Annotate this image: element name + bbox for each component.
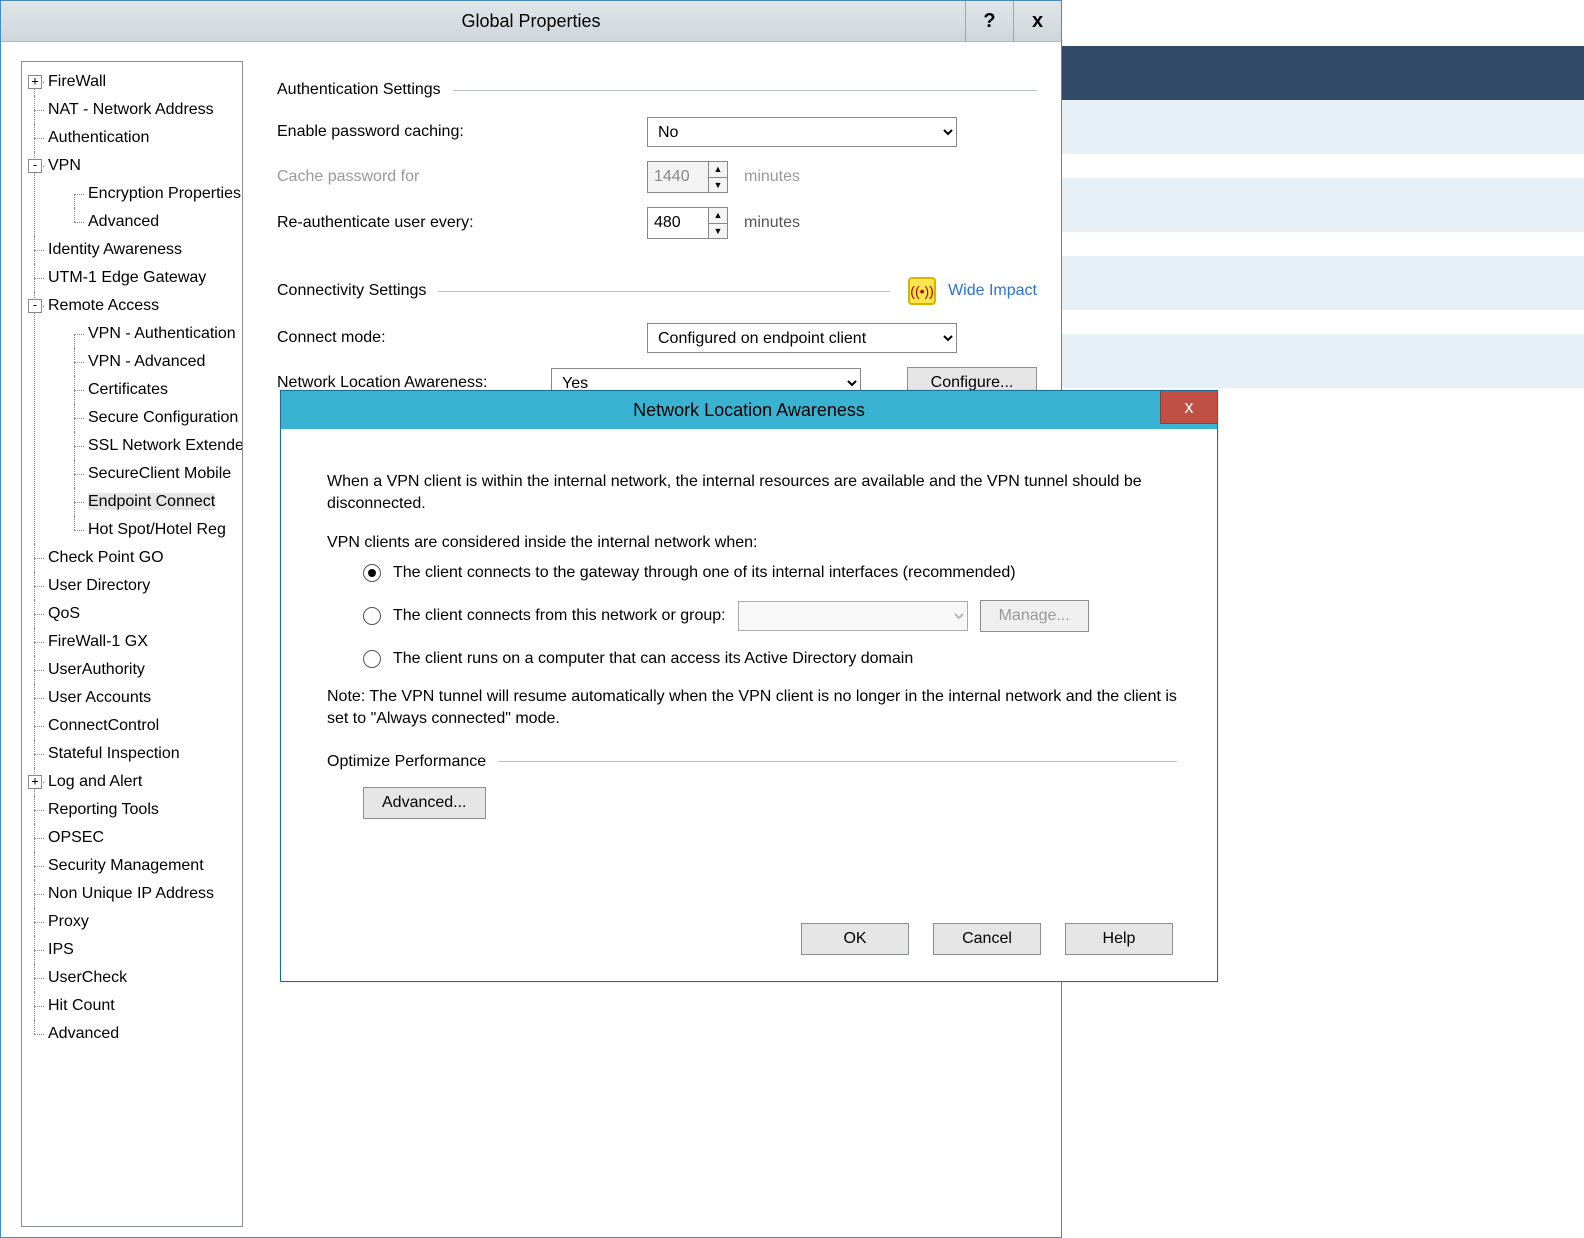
collapse-toggle[interactable]: - [28,299,42,313]
spin-up-icon: ▲ [709,162,727,178]
connect-mode-select[interactable]: Configured on endpoint client [647,323,957,353]
modal-intro: When a VPN client is within the internal… [327,471,1177,516]
modal-close-button[interactable]: x [1160,391,1217,424]
reauth-label: Re-authenticate user every: [277,214,647,232]
radio-icon[interactable] [363,650,381,668]
tree-remote-access[interactable]: Remote Access [48,297,159,314]
conn-section-header: Connectivity Settings ((•)) Wide Impact [277,277,1037,305]
nav-tree[interactable]: + FireWall NAT - Network Address Authent… [21,61,243,1227]
modal-body: When a VPN client is within the internal… [295,439,1203,971]
tree-ra-adv[interactable]: VPN - Advanced [88,353,205,370]
tree-vpn-advanced[interactable]: Advanced [88,213,159,230]
tree-log-alert[interactable]: Log and Alert [48,773,142,790]
tree-utm[interactable]: UTM-1 Edge Gateway [48,269,206,286]
consider-inside-label: VPN clients are considered inside the in… [327,534,1177,552]
close-button[interactable]: x [1013,1,1061,41]
help-button[interactable]: ? [965,1,1013,41]
spin-down-icon[interactable]: ▼ [709,224,727,239]
expand-toggle[interactable]: + [28,75,42,89]
parent-title: Global Properties [461,11,600,32]
connect-mode-label: Connect mode: [277,329,647,347]
modal-titlebar: Network Location Awareness x [281,391,1217,429]
tree-ips[interactable]: IPS [48,941,74,958]
tree-ra-ssl[interactable]: SSL Network Extender [88,437,243,454]
tree-ra-secure-conf[interactable]: Secure Configuration [88,409,238,426]
auth-section-header: Authentication Settings [277,81,1037,99]
ok-button[interactable]: OK [801,923,909,955]
option-ad-domain[interactable]: The client runs on a computer that can a… [363,650,1177,668]
tree-opsec[interactable]: OPSEC [48,829,104,846]
tree-firewall[interactable]: FireWall [48,73,106,90]
modal-footer: OK Cancel Help [801,923,1173,955]
radio-icon[interactable] [363,607,381,625]
tree-reporting[interactable]: Reporting Tools [48,801,159,818]
option3-label: The client runs on a computer that can a… [393,650,913,668]
option1-label: The client connects to the gateway throu… [393,564,1016,582]
reauth-input[interactable] [648,208,708,238]
wide-impact-label: Wide Impact [948,282,1037,300]
cache-for-label: Cache password for [277,168,647,186]
tree-qos[interactable]: QoS [48,605,80,622]
tree-user-authority[interactable]: UserAuthority [48,661,145,678]
spin-up-icon[interactable]: ▲ [709,208,727,224]
network-group-select [738,601,968,631]
spin-down-icon: ▼ [709,178,727,193]
radio-icon[interactable] [363,564,381,582]
tree-stateful[interactable]: Stateful Inspection [48,745,180,762]
optimize-section-header: Optimize Performance [327,753,1177,771]
enable-caching-select[interactable]: No [647,117,957,147]
reauth-spinner[interactable]: ▲ ▼ [647,207,728,239]
tree-connectcontrol[interactable]: ConnectControl [48,717,159,734]
conn-section-title: Connectivity Settings [277,282,426,300]
help-button[interactable]: Help [1065,923,1173,955]
option2-label: The client connects from this network or… [393,607,726,625]
tree-advanced[interactable]: Advanced [48,1025,119,1042]
tree-cpgo[interactable]: Check Point GO [48,549,164,566]
optimize-section-title: Optimize Performance [327,753,486,771]
tree-identity[interactable]: Identity Awareness [48,241,182,258]
tree-vpn[interactable]: VPN [48,157,81,174]
tree-usercheck[interactable]: UserCheck [48,969,127,986]
cache-for-input [648,162,708,192]
cache-for-spinner: ▲ ▼ [647,161,728,193]
tree-non-unique[interactable]: Non Unique IP Address [48,885,214,902]
tree-nat[interactable]: NAT - Network Address [48,101,214,118]
cancel-button[interactable]: Cancel [933,923,1041,955]
tree-user-accounts[interactable]: User Accounts [48,689,151,706]
advanced-button[interactable]: Advanced... [363,787,486,819]
tree-hitcount[interactable]: Hit Count [48,997,115,1014]
tree-ra-hotspot[interactable]: Hot Spot/Hotel Reg [88,521,226,538]
tree-ra-endpoint[interactable]: Endpoint Connect [88,493,215,510]
tree-proxy[interactable]: Proxy [48,913,89,930]
cache-for-unit: minutes [744,168,800,186]
option-network-group[interactable]: The client connects from this network or… [363,600,1177,632]
tree-ra-cert[interactable]: Certificates [88,381,168,398]
tree-ra-auth[interactable]: VPN - Authentication [88,325,236,342]
tree-fw1gx[interactable]: FireWall-1 GX [48,633,148,650]
auth-section-title: Authentication Settings [277,81,441,99]
nla-dialog: Network Location Awareness x When a VPN … [280,390,1218,982]
wide-impact-icon: ((•)) [908,277,936,305]
modal-title: Network Location Awareness [633,400,865,421]
tree-user-dir[interactable]: User Directory [48,577,150,594]
reauth-unit: minutes [744,214,800,232]
modal-note: Note: The VPN tunnel will resume automat… [327,686,1177,731]
tree-ra-sc-mobile[interactable]: SecureClient Mobile [88,465,231,482]
enable-caching-label: Enable password caching: [277,123,647,141]
tree-vpn-encryption[interactable]: Encryption Properties [88,185,241,202]
tree-sec-mgmt[interactable]: Security Management [48,857,204,874]
parent-titlebar: Global Properties ? x [1,1,1061,42]
tree-authentication[interactable]: Authentication [48,129,149,146]
option-internal-interfaces[interactable]: The client connects to the gateway throu… [363,564,1177,582]
collapse-toggle[interactable]: - [28,159,42,173]
manage-button: Manage... [980,600,1089,632]
expand-toggle[interactable]: + [28,775,42,789]
